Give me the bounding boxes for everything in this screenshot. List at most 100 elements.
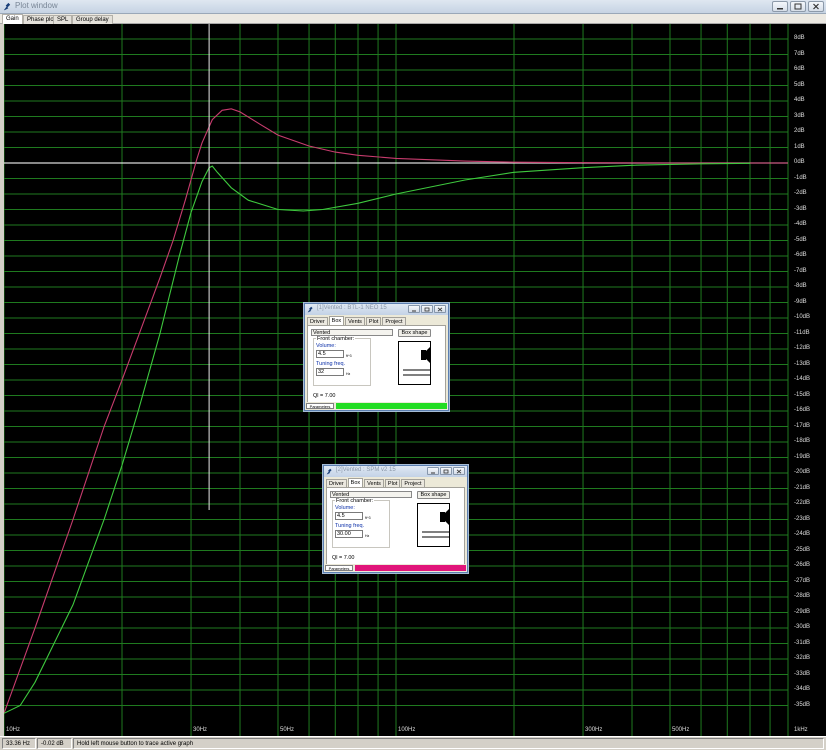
y-axis-label: -4dB bbox=[794, 221, 807, 227]
tab-plot[interactable]: Plot bbox=[384, 479, 401, 487]
x-axis-label: 300Hz bbox=[585, 727, 603, 733]
y-axis-label: -35dB bbox=[794, 701, 811, 708]
close-button[interactable] bbox=[453, 467, 465, 475]
y-axis-label: 8dB bbox=[794, 35, 805, 41]
tuning-freq-input[interactable]: 32 bbox=[316, 368, 344, 376]
x-axis-label: 500Hz bbox=[671, 727, 690, 733]
status-hint: Hold left mouse button to trace active g… bbox=[73, 738, 824, 749]
tab-vents[interactable]: Vents bbox=[345, 317, 365, 325]
y-axis-label: -24dB bbox=[794, 531, 811, 537]
y-axis-label: -6dB bbox=[794, 252, 807, 258]
minimize-button[interactable] bbox=[427, 467, 439, 475]
minimize-icon bbox=[412, 310, 416, 311]
box-shape-button[interactable]: Box shape bbox=[398, 329, 431, 337]
box-type-select[interactable]: Vented bbox=[311, 329, 393, 336]
restore-button[interactable] bbox=[421, 305, 433, 313]
y-axis-label: -9dB bbox=[794, 298, 807, 305]
app-icon bbox=[307, 306, 313, 313]
volume-input[interactable]: 4.5 bbox=[316, 350, 344, 358]
gain-curve-trace-2 bbox=[4, 162, 751, 714]
y-axis-label: -27dB bbox=[794, 577, 811, 584]
window-title: Plot window bbox=[15, 1, 58, 10]
x-axis-label: 50Hz bbox=[279, 727, 294, 733]
close-button[interactable] bbox=[434, 305, 446, 313]
tab-vents[interactable]: Vents bbox=[364, 479, 384, 487]
parameters-tab[interactable]: Parameters bbox=[325, 565, 353, 571]
y-axis-label: -26dB bbox=[794, 562, 811, 568]
y-axis-label: 1dB bbox=[794, 143, 805, 150]
tab-box[interactable]: Box bbox=[347, 478, 364, 487]
x-axis-label: 10Hz bbox=[6, 727, 21, 733]
y-axis-label: -7dB bbox=[794, 267, 807, 274]
tab-box[interactable]: Box bbox=[328, 316, 345, 325]
restore-button[interactable] bbox=[440, 467, 452, 475]
maximize-button[interactable] bbox=[790, 1, 806, 12]
ql-value: Ql = 7.00 bbox=[332, 555, 355, 561]
minimize-button[interactable] bbox=[772, 1, 788, 12]
y-axis-label: 5dB bbox=[794, 81, 805, 88]
tab-plot[interactable]: Plot bbox=[365, 317, 382, 325]
close-button[interactable] bbox=[808, 1, 824, 12]
parameters-tab[interactable]: Parameters bbox=[306, 403, 334, 409]
y-axis-label: -3dB bbox=[794, 205, 807, 212]
tab-project[interactable]: Project bbox=[401, 479, 425, 487]
tab-group-delay[interactable]: Group delay bbox=[72, 15, 113, 24]
box-diagram bbox=[417, 503, 450, 547]
x-axis-label: 1kHz bbox=[794, 727, 808, 733]
close-icon bbox=[456, 468, 462, 474]
y-axis-label: -30dB bbox=[794, 624, 811, 630]
y-axis-label: -15dB bbox=[794, 391, 811, 398]
y-axis-label: 7dB bbox=[794, 50, 805, 57]
tab-driver[interactable]: Driver bbox=[307, 317, 328, 325]
tuning-freq-input[interactable]: 30.00 bbox=[335, 530, 363, 538]
y-axis-label: 2dB bbox=[794, 128, 805, 134]
y-axis-label: -33dB bbox=[794, 670, 811, 677]
y-axis-label: -1dB bbox=[794, 174, 807, 181]
box-window-2[interactable]: [2]Vented : SPM v2 15 Driver Box Vents P… bbox=[323, 465, 468, 573]
active-color-bar bbox=[336, 403, 447, 409]
minimize-icon bbox=[777, 8, 783, 10]
restore-icon bbox=[424, 307, 430, 311]
app-icon bbox=[3, 2, 11, 11]
box-panel: Vented Box shape Front chamber: Volume: … bbox=[307, 325, 446, 405]
plot-window: Plot window Gain Phase plot SPL Group de… bbox=[0, 0, 826, 750]
tab-driver[interactable]: Driver bbox=[326, 479, 347, 487]
status-gain: -0.02 dB bbox=[37, 738, 72, 749]
y-axis-label: -11dB bbox=[794, 329, 810, 336]
tab-gain[interactable]: Gain bbox=[2, 14, 23, 24]
y-axis-label: -12dB bbox=[794, 345, 811, 351]
box-window-title-bar[interactable]: [2]Vented : SPM v2 15 bbox=[324, 466, 467, 477]
y-axis-label: -18dB bbox=[794, 438, 811, 444]
volume-input[interactable]: 4.5 bbox=[335, 512, 363, 520]
app-icon bbox=[326, 468, 332, 475]
box-window-1[interactable]: [1]Vented : BTL-1 NEO 15 Driver Box Vent… bbox=[304, 303, 449, 411]
y-axis-label: -5dB bbox=[794, 236, 807, 243]
tab-project[interactable]: Project bbox=[382, 317, 406, 325]
status-frequency: 33.36 Hz bbox=[2, 738, 36, 749]
y-axis-label: -28dB bbox=[794, 593, 811, 599]
y-axis-label: 6dB bbox=[794, 66, 805, 72]
y-axis-label: -19dB bbox=[794, 453, 811, 460]
minimize-button[interactable] bbox=[408, 305, 420, 313]
box-shape-button[interactable]: Box shape bbox=[417, 491, 450, 499]
y-axis-label: -32dB bbox=[794, 655, 811, 661]
y-axis-label: -25dB bbox=[794, 546, 811, 553]
y-axis-label: 4dB bbox=[794, 97, 805, 103]
box-window-title-bar[interactable]: [1]Vented : BTL-1 NEO 15 bbox=[305, 304, 448, 315]
y-axis-label: -8dB bbox=[794, 283, 807, 289]
volume-unit: ft^3 bbox=[346, 354, 352, 358]
title-bar[interactable]: Plot window bbox=[0, 0, 826, 14]
volume-label: Volume: bbox=[335, 505, 355, 511]
volume-label: Volume: bbox=[316, 343, 336, 349]
tab-spl[interactable]: SPL bbox=[53, 15, 73, 24]
box-diagram bbox=[398, 341, 431, 385]
y-axis-label: -29dB bbox=[794, 608, 811, 615]
box-type-select[interactable]: Vented bbox=[330, 491, 412, 498]
front-chamber-label: Front chamber: bbox=[316, 336, 356, 342]
close-icon bbox=[813, 3, 819, 10]
maximize-icon bbox=[794, 3, 802, 10]
y-axis-label: -13dB bbox=[794, 360, 811, 367]
y-axis-label: 0dB bbox=[794, 159, 805, 165]
x-axis-label: 30Hz bbox=[193, 727, 208, 733]
ql-value: Ql = 7.00 bbox=[313, 393, 336, 399]
